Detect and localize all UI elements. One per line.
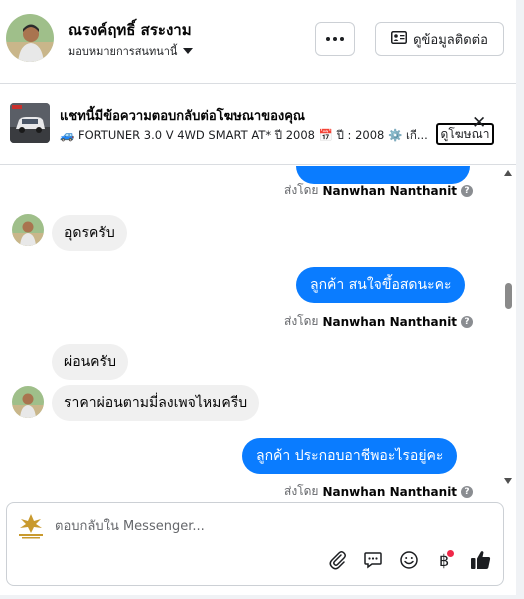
assign-conversation-dropdown[interactable]: มอบหมายการสนทนานี้ xyxy=(68,42,194,60)
message-bubble-incoming[interactable]: ราคาผ่อนตามมี่ลงเพจไหมครีบ xyxy=(52,385,260,421)
sent-by-label: ส่งโดย Nanwhan Nanthanit ? xyxy=(284,312,474,331)
message-bubble-incoming[interactable]: ผ่อนครับ xyxy=(52,344,128,380)
contact-name: ณรงค์ฤทธิ์ สระงาม xyxy=(68,21,192,39)
help-icon[interactable]: ? xyxy=(461,184,474,197)
saved-reply-icon[interactable] xyxy=(362,549,384,571)
scroll-up-arrow-icon[interactable] xyxy=(504,170,512,176)
scrollbar-thumb[interactable] xyxy=(505,283,512,309)
scroll-down-arrow-icon[interactable] xyxy=(504,478,512,484)
message-bubble-incoming[interactable]: อุดรครับ xyxy=(52,215,127,251)
sender-name: Nanwhan Nanthanit xyxy=(322,183,458,198)
sender-name: Nanwhan Nanthanit xyxy=(322,314,458,329)
ad-thumbnail[interactable] xyxy=(10,103,50,143)
message-thread[interactable]: ส่งโดย Nanwhan Nanthanit ? อุดรครับ ลูกค… xyxy=(0,166,500,500)
ad-title: แชทนี้มีข้อความตอบกลับต่อโฆษณาของคุณ xyxy=(60,109,305,124)
contact-avatar[interactable] xyxy=(6,14,54,62)
sent-by-prefix: ส่งโดย xyxy=(284,314,319,328)
assign-label: มอบหมายการสนทนานี้ xyxy=(68,45,178,58)
caret-down-icon xyxy=(183,48,194,54)
message-text: ผ่อนครับ xyxy=(64,354,116,370)
like-icon[interactable] xyxy=(470,549,492,571)
reply-input[interactable] xyxy=(55,515,435,537)
sent-by-label: ส่งโดย Nanwhan Nanthanit ? xyxy=(284,482,474,500)
close-icon[interactable]: ✕ xyxy=(472,115,486,132)
attach-icon[interactable] xyxy=(327,549,349,571)
contact-info-label: ดูข้อมูลติดต่อ xyxy=(413,32,488,48)
more-dots-icon xyxy=(326,37,344,41)
help-icon[interactable]: ? xyxy=(461,315,474,328)
message-text: อุดรครับ xyxy=(64,225,115,241)
message-bubble-outgoing[interactable]: ลูกค้า ประกอบอาชีพอะไรอยู่คะ xyxy=(242,438,458,474)
window-edge xyxy=(516,0,524,599)
emoji-icon[interactable] xyxy=(398,549,420,571)
message-bubble-outgoing[interactable]: ลูกค้า สนใจขึ้อสดนะคะ xyxy=(296,267,466,303)
message-text: ราคาผ่อนตามมี่ลงเพจไหมครีบ xyxy=(64,395,248,411)
reply-composer: ฿ xyxy=(0,500,516,595)
page-logo-icon xyxy=(15,511,47,541)
sender-name: Nanwhan Nanthanit xyxy=(322,484,458,499)
help-icon[interactable]: ? xyxy=(461,485,474,498)
composer-box: ฿ xyxy=(6,502,504,586)
conversation-header: ณรงค์ฤทธิ์ สระงาม มอบหมายการสนทนานี้ ดูข… xyxy=(0,0,516,84)
window-edge-bottom xyxy=(0,595,524,599)
baht-icon[interactable]: ฿ xyxy=(433,549,455,571)
view-contact-info-button[interactable]: ดูข้อมูลติดต่อ xyxy=(375,22,504,56)
ad-description: 🚙 FORTUNER 3.0 V 4WD SMART AT* ปี 2008 📅… xyxy=(60,128,428,142)
notification-dot xyxy=(447,550,454,557)
contact-avatar-small xyxy=(12,386,44,418)
message-scrollbar[interactable] xyxy=(500,166,516,500)
contact-card-icon xyxy=(391,30,408,48)
sent-by-prefix: ส่งโดย xyxy=(284,183,319,197)
contact-avatar-small xyxy=(12,214,44,246)
more-options-button[interactable] xyxy=(315,22,355,56)
ad-reply-banner: แชทนี้มีข้อความตอบกลับต่อโฆษณาของคุณ 🚙 F… xyxy=(0,85,516,165)
message-text: ลูกค้า สนใจขึ้อสดนะคะ xyxy=(310,277,452,293)
message-text: ลูกค้า ประกอบอาชีพอะไรอยู่คะ xyxy=(256,448,444,464)
sent-by-label: ส่งโดย Nanwhan Nanthanit ? xyxy=(284,181,474,200)
sent-by-prefix: ส่งโดย xyxy=(284,484,319,498)
